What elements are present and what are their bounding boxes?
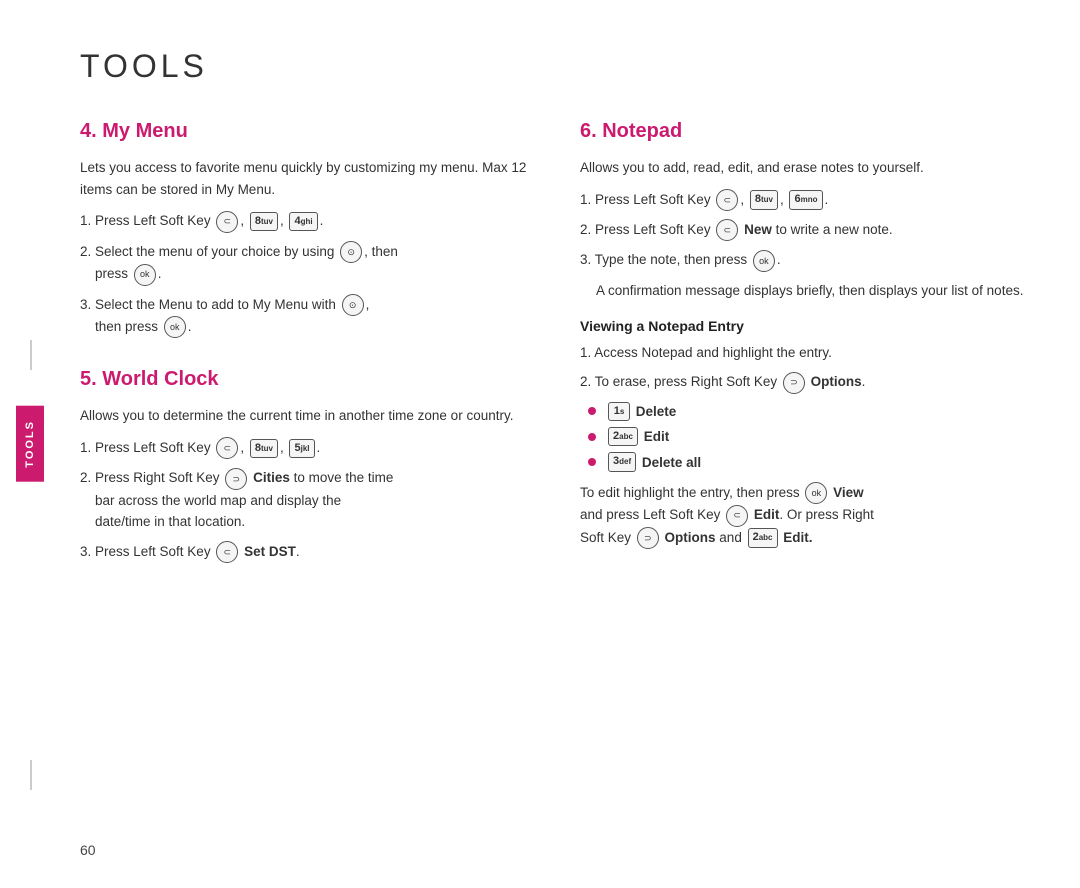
ok-key3: ok [753, 250, 775, 272]
sidebar-line-top [30, 340, 32, 370]
sidebar: TOOLS [0, 0, 60, 888]
section4-step3: 3. Select the Menu to add to My Menu wit… [80, 294, 540, 339]
section-world-clock: 5. World Clock Allows you to determine t… [80, 368, 540, 563]
step-text: 2. Press Right Soft Key ⊃ Cities to move… [80, 467, 393, 533]
ok-key2: ok [164, 316, 186, 338]
step-text: 3. Press Left Soft Key ⊂ Set DST. [80, 541, 300, 563]
right-soft-key3: ⊃ [637, 527, 659, 549]
left-soft-key6: ⊂ [726, 505, 748, 527]
edit-label3: Edit. [783, 530, 812, 545]
section4-step1: 1. Press Left Soft Key ⊂, 8tuv, 4ghi. [80, 210, 540, 232]
key-4ghi: 4ghi [289, 212, 317, 231]
step-text: 3. Select the Menu to add to My Menu wit… [80, 294, 369, 339]
viewing-step1: 1. Access Notepad and highlight the entr… [580, 342, 1040, 364]
section6-step1: 1. Press Left Soft Key ⊂, 8tuv, 6mno. [580, 189, 1040, 211]
step-text: 2. To erase, press Right Soft Key ⊃ Opti… [580, 371, 865, 393]
edit-label: Edit [644, 429, 670, 444]
left-soft-key3: ⊂ [216, 541, 238, 563]
section-notepad: 6. Notepad Allows you to add, read, edit… [580, 120, 1040, 549]
section-my-menu: 4. My Menu Lets you access to favorite m… [80, 120, 540, 338]
key-8tuv2: 8tuv [250, 439, 278, 458]
left-soft-key5: ⊂ [716, 219, 738, 241]
bullet-delete-all: 3def Delete all [580, 452, 1040, 471]
content-area: 4. My Menu Lets you access to favorite m… [80, 120, 1040, 571]
cities-label: Cities [253, 470, 290, 485]
step-text: 1. Press Left Soft Key ⊂, 8tuv, 4ghi. [80, 210, 323, 232]
key-1s: 1s [608, 402, 630, 421]
bullet-delete: 1s Delete [580, 402, 1040, 421]
options-label: Options [811, 374, 862, 389]
viewing-title: Viewing a Notepad Entry [580, 318, 1040, 334]
key-8tuv3: 8tuv [750, 190, 778, 209]
edit-label2: Edit [754, 507, 780, 522]
viewing-step2: 2. To erase, press Right Soft Key ⊃ Opti… [580, 371, 1040, 393]
step-text: 2. Press Left Soft Key ⊂ New to write a … [580, 219, 893, 241]
key-2abc: 2abc [608, 427, 638, 446]
section5-step2: 2. Press Right Soft Key ⊃ Cities to move… [80, 467, 540, 533]
right-soft-key2: ⊃ [783, 372, 805, 394]
section6-description: Allows you to add, read, edit, and erase… [580, 157, 1040, 179]
section5-title: 5. World Clock [80, 368, 540, 391]
step-text: 1. Access Notepad and highlight the entr… [580, 342, 832, 364]
section5-step3: 3. Press Left Soft Key ⊂ Set DST. [80, 541, 540, 563]
step-text: 1. Press Left Soft Key ⊂, 8tuv, 5jkl. [80, 437, 320, 459]
step-text: 1. Press Left Soft Key ⊂, 8tuv, 6mno. [580, 189, 828, 211]
nav-key2: ⊙ [342, 294, 364, 316]
bullet-edit: 2abc Edit [580, 427, 1040, 446]
delete-label: Delete [636, 404, 677, 419]
section4-title: 4. My Menu [80, 120, 540, 143]
section6-step2: 2. Press Left Soft Key ⊂ New to write a … [580, 219, 1040, 241]
bullet-dot [588, 407, 596, 415]
left-column: 4. My Menu Lets you access to favorite m… [80, 120, 540, 571]
set-dst-label: Set DST [244, 544, 296, 559]
page-title: TOOLS [80, 48, 208, 85]
key-8tuv: 8tuv [250, 212, 278, 231]
confirmation-text: A confirmation message displays briefly,… [580, 280, 1040, 302]
new-label: New [744, 222, 772, 237]
section6-step3: 3. Type the note, then press ok. [580, 249, 1040, 271]
key-3def: 3def [608, 452, 636, 471]
section4-step2: 2. Select the menu of your choice by usi… [80, 241, 540, 286]
step-text: 3. Type the note, then press ok. [580, 249, 781, 271]
sidebar-label: TOOLS [16, 406, 44, 482]
step-text: 2. Select the menu of your choice by usi… [80, 241, 398, 286]
ok-key: ok [134, 264, 156, 286]
nav-key: ⊙ [340, 241, 362, 263]
ok-key4: ok [805, 482, 827, 504]
key-6mno: 6mno [789, 190, 822, 209]
right-soft-key: ⊃ [225, 468, 247, 490]
right-column: 6. Notepad Allows you to add, read, edit… [580, 120, 1040, 571]
bullet-dot3 [588, 458, 596, 466]
delete-all-label: Delete all [642, 455, 701, 470]
view-label: View [833, 485, 864, 500]
bullet-dot2 [588, 433, 596, 441]
section4-description: Lets you access to favorite menu quickly… [80, 157, 540, 200]
section5-description: Allows you to determine the current time… [80, 405, 540, 427]
footer-paragraph: To edit highlight the entry, then press … [580, 482, 1040, 549]
section6-title: 6. Notepad [580, 120, 1040, 143]
key-2abc2: 2abc [748, 528, 778, 547]
left-soft-key: ⊂ [216, 211, 238, 233]
sidebar-line-bottom [30, 760, 32, 790]
options-label2: Options [665, 530, 716, 545]
section5-step1: 1. Press Left Soft Key ⊂, 8tuv, 5jkl. [80, 437, 540, 459]
left-soft-key4: ⊂ [716, 189, 738, 211]
page-number: 60 [80, 842, 96, 858]
left-soft-key2: ⊂ [216, 437, 238, 459]
key-5jkl: 5jkl [289, 439, 314, 458]
footer-text: To edit highlight the entry, then press … [580, 485, 874, 545]
